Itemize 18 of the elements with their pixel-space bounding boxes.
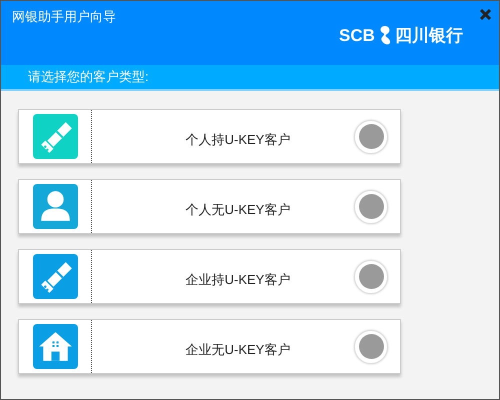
window-title: 网银助手用户向导 (12, 8, 116, 26)
radio-button[interactable] (354, 260, 388, 294)
bank-logo-icon (378, 24, 392, 47)
option-label: 个人无U-KEY客户 (184, 200, 292, 219)
bank-name: 四川银行 (394, 25, 463, 47)
prompt-text: 请选择您的客户类型: (28, 68, 149, 86)
close-icon[interactable] (480, 9, 491, 20)
option-label: 个人持U-KEY客户 (184, 130, 292, 149)
option-card[interactable]: 企业无U-KEY客户 (18, 319, 401, 374)
bank-logo-text: SCB (339, 25, 375, 47)
radio-button[interactable] (354, 120, 388, 154)
option-card[interactable]: 个人持U-KEY客户 (18, 109, 401, 164)
option-card[interactable]: 企业持U-KEY客户 (18, 249, 401, 304)
option-label: 企业持U-KEY客户 (184, 270, 292, 289)
option-card[interactable]: 个人无U-KEY客户 (18, 179, 401, 234)
radio-button[interactable] (354, 190, 388, 224)
option-label: 企业无U-KEY客户 (184, 340, 292, 359)
radio-button[interactable] (354, 330, 388, 364)
